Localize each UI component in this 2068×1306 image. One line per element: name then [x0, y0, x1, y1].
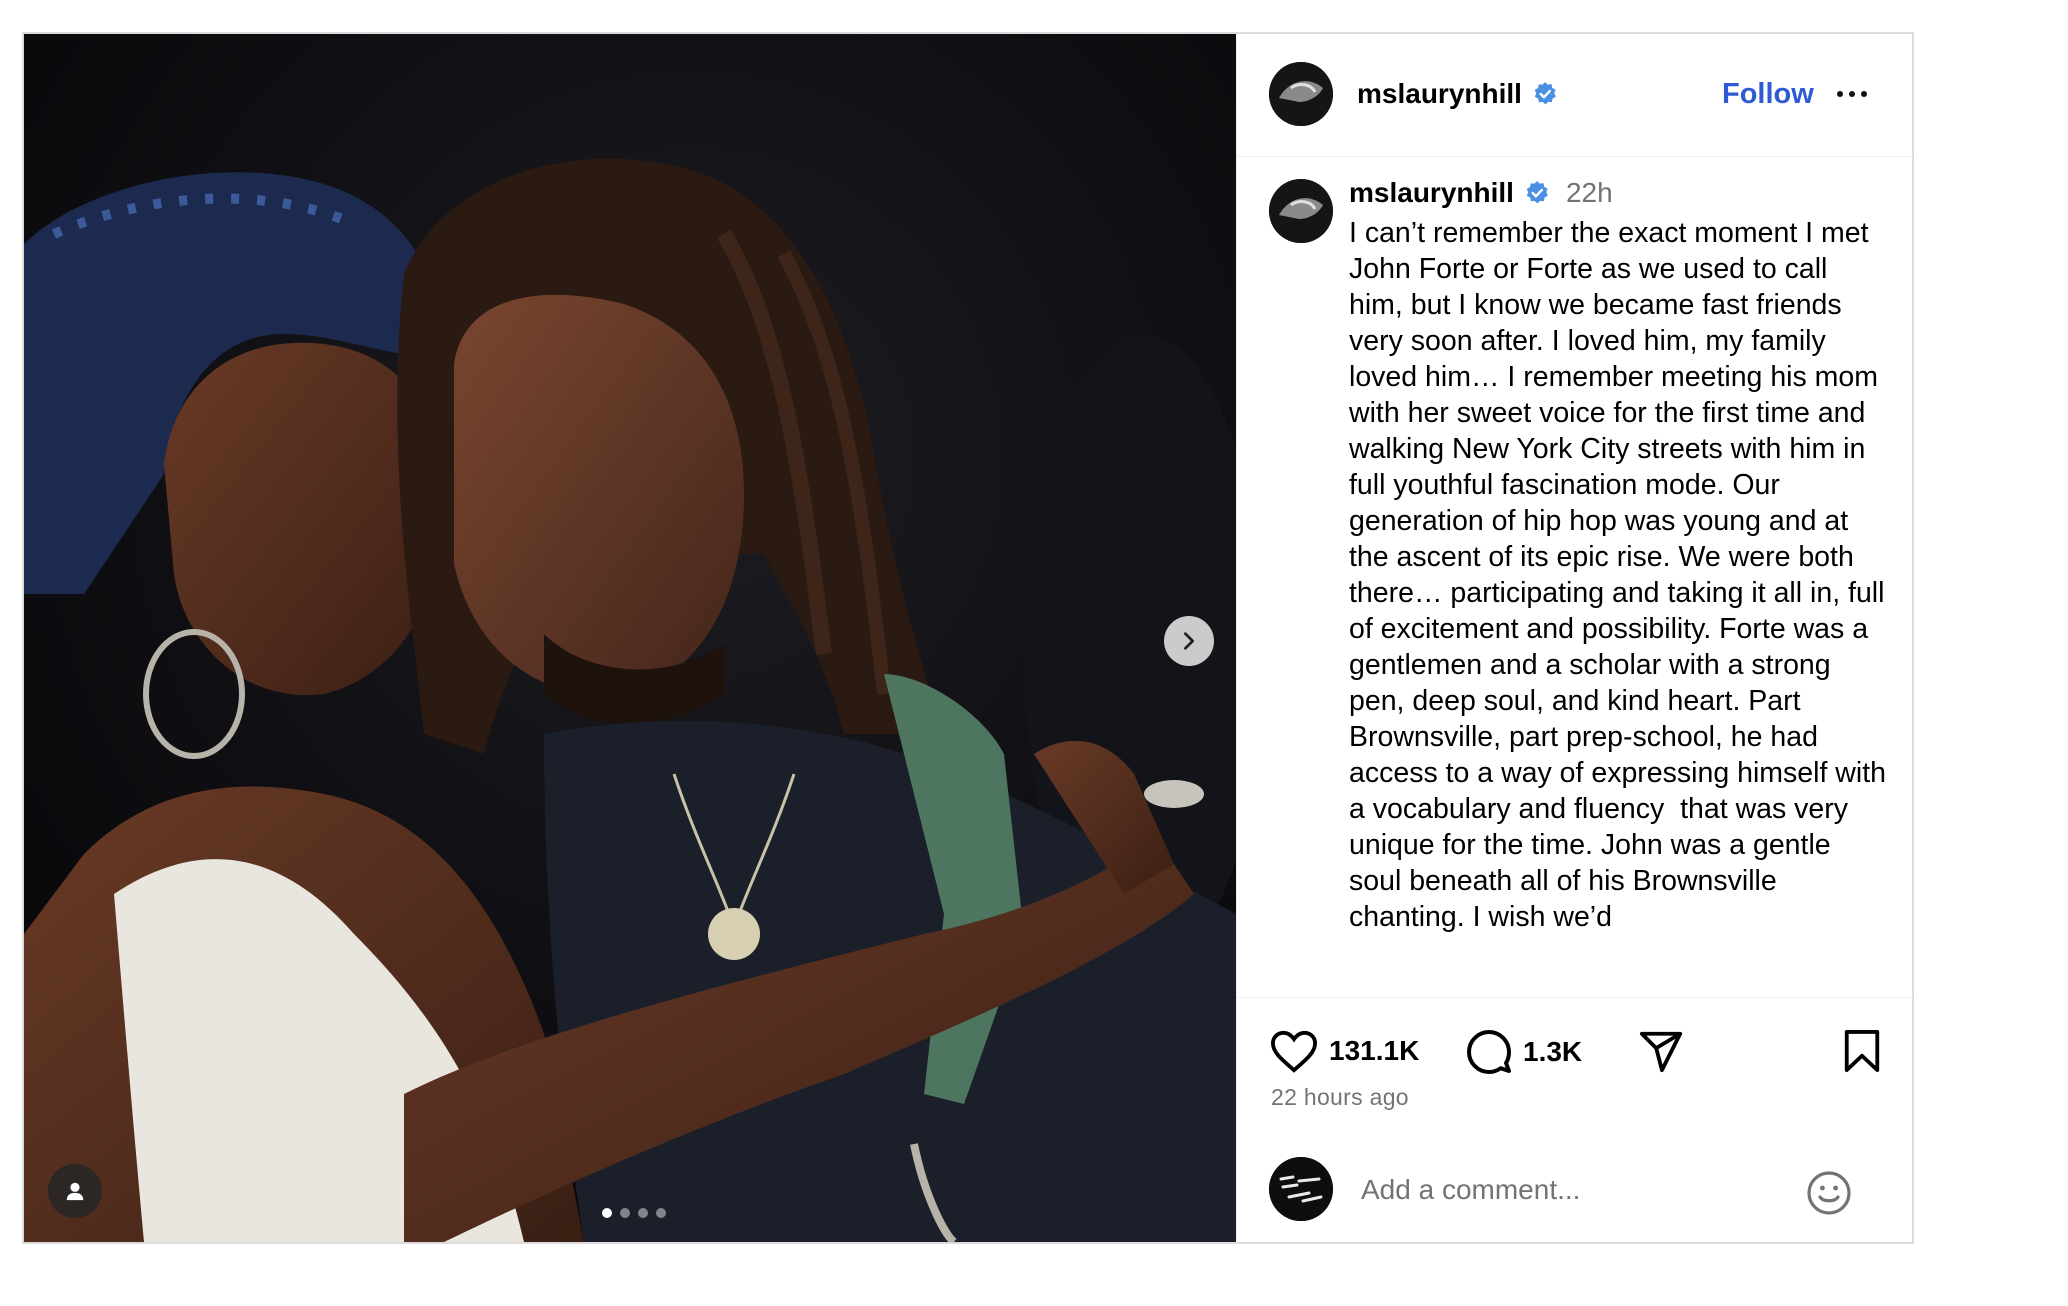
comment-count[interactable]: 1.3K [1523, 1036, 1582, 1068]
emoji-button[interactable] [1805, 1169, 1853, 1222]
author-avatar-image [1269, 62, 1333, 126]
chevron-right-icon [1183, 632, 1195, 650]
viewer-avatar-image [1269, 1157, 1333, 1221]
share-group [1637, 1028, 1685, 1074]
post-photo [24, 34, 1236, 1242]
post-header: mslaurynhill Follow [1237, 34, 1913, 157]
caption-username[interactable]: mslaurynhill [1349, 177, 1514, 209]
comment-icon[interactable] [1465, 1028, 1513, 1076]
more-options-icon[interactable] [1837, 84, 1877, 104]
slide-dot [602, 1208, 612, 1218]
post-sidebar: mslaurynhill Follow mslaurynhill 22h I c… [1236, 34, 1913, 1242]
comment-group: 1.3K [1465, 1028, 1582, 1076]
like-count[interactable]: 131.1K [1329, 1035, 1419, 1067]
heart-icon[interactable] [1269, 1028, 1319, 1074]
follow-button[interactable]: Follow [1722, 78, 1814, 111]
caption-author-avatar-image [1269, 179, 1333, 243]
tagged-users-button[interactable] [48, 1164, 102, 1218]
user-tag-icon [66, 1182, 84, 1201]
post-media[interactable] [24, 34, 1236, 1242]
post-card: mslaurynhill Follow mslaurynhill 22h I c… [22, 32, 1914, 1244]
like-group: 131.1K [1269, 1028, 1419, 1074]
next-slide-button[interactable] [1164, 616, 1214, 666]
author-username[interactable]: mslaurynhill [1357, 78, 1522, 110]
caption-section[interactable]: mslaurynhill 22h I can’t remember the ex… [1237, 157, 1913, 998]
slide-dot [656, 1208, 666, 1218]
caption-author-avatar[interactable] [1269, 179, 1333, 243]
share-icon[interactable] [1637, 1028, 1685, 1074]
verified-badge-icon [1534, 82, 1556, 105]
slide-indicator [602, 1208, 666, 1218]
emoji-icon [1807, 1171, 1851, 1215]
slide-dot [620, 1208, 630, 1218]
bookmark-group [1841, 1028, 1883, 1074]
bookmark-icon[interactable] [1841, 1028, 1883, 1074]
post-actions: 131.1K 1.3K [1237, 998, 1913, 1098]
caption-header: mslaurynhill 22h [1349, 177, 1613, 209]
author-avatar[interactable] [1269, 62, 1333, 126]
comment-bar [1237, 1139, 1913, 1242]
comment-input[interactable] [1359, 1169, 1783, 1211]
post-time-ago[interactable]: 22 hours ago [1271, 1084, 1409, 1111]
caption-text: I can’t remember the exact moment I met … [1349, 217, 1894, 933]
caption-timestamp[interactable]: 22h [1566, 177, 1613, 209]
viewer-avatar [1269, 1157, 1333, 1221]
slide-dot [638, 1208, 648, 1218]
verified-badge-icon [1526, 181, 1548, 204]
